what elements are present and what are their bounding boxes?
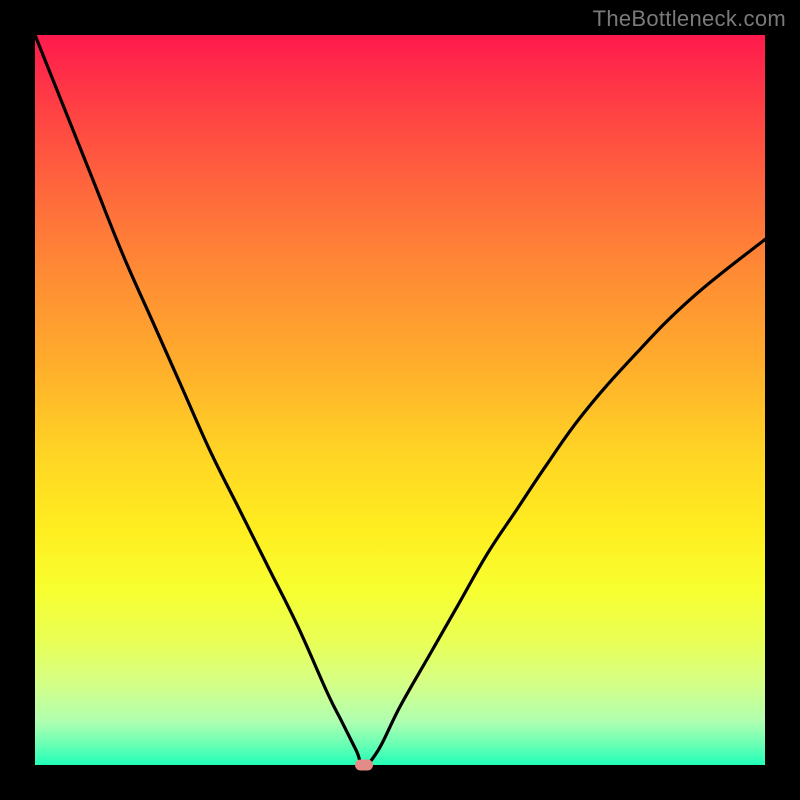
curve-svg xyxy=(35,35,765,765)
bottleneck-curve xyxy=(35,35,765,765)
plot-area xyxy=(35,35,765,765)
chart-frame: TheBottleneck.com xyxy=(0,0,800,800)
watermark-text: TheBottleneck.com xyxy=(593,6,786,32)
vertex-marker xyxy=(355,760,373,771)
